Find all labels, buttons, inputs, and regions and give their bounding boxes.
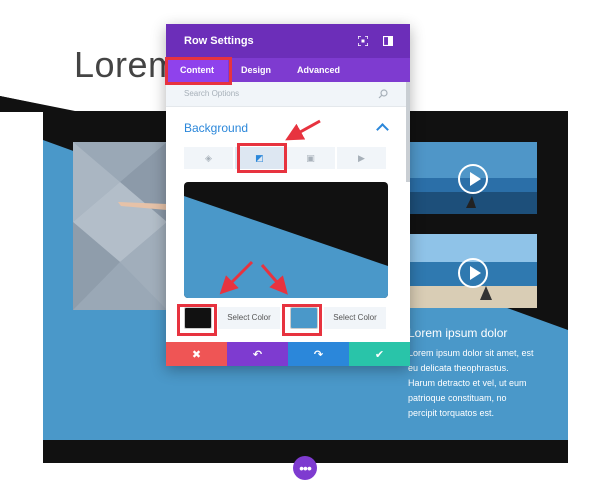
more-options-icon[interactable]: ••• xyxy=(293,456,317,480)
callout-arrows xyxy=(219,119,321,295)
